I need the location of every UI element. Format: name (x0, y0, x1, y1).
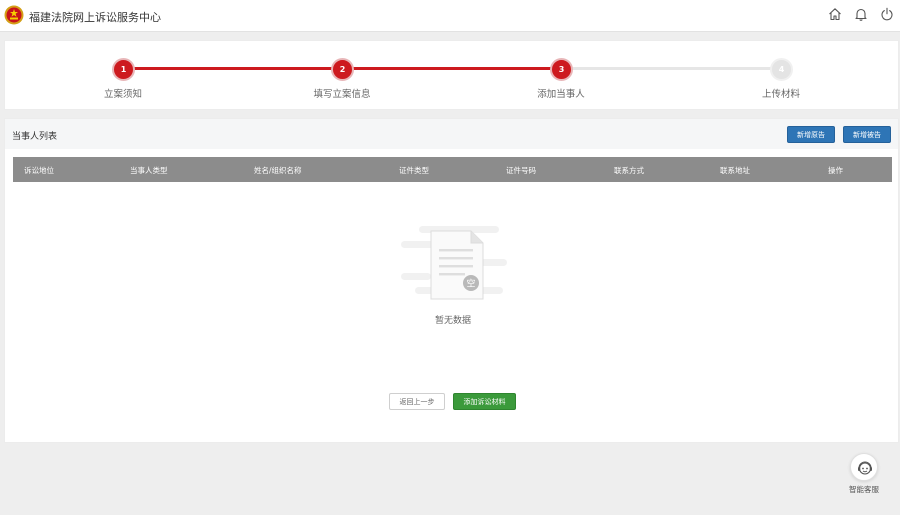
column-header: 联系方式 (614, 166, 644, 175)
party-table-header: 诉讼地位 当事人类型 姓名/组织名称 证件类型 证件号码 联系方式 联系地址 操… (13, 157, 892, 182)
step-4-label: 上传材料 (761, 89, 800, 100)
home-icon[interactable] (828, 7, 842, 21)
column-header: 操作 (828, 166, 843, 175)
power-icon[interactable] (880, 7, 894, 21)
step-1-number: 1 (112, 58, 135, 81)
step-1-label: 立案须知 (103, 89, 142, 100)
column-header: 诉讼地位 (24, 166, 54, 175)
add-plaintiff-button[interactable]: 新增原告 (787, 126, 835, 143)
column-header: 联系地址 (720, 166, 750, 175)
column-header: 当事人类型 (130, 166, 168, 175)
step-3-number: 3 (550, 58, 573, 81)
party-list-header: 当事人列表 新增原告 新增被告 (5, 119, 898, 149)
add-defendant-button[interactable]: 新增被告 (843, 126, 891, 143)
step-2-number: 2 (331, 58, 354, 81)
bell-icon[interactable] (854, 7, 868, 21)
court-emblem-icon (4, 5, 24, 25)
step-3-label: 添加当事人 (537, 89, 585, 100)
top-bar: 福建法院网上诉讼服务中心 (0, 0, 900, 32)
empty-badge-text: 空 (466, 278, 475, 290)
app-title: 福建法院网上诉讼服务中心 (29, 11, 161, 24)
back-button[interactable]: 返回上一步 (389, 393, 445, 410)
robot-service-icon (858, 461, 872, 475)
add-materials-button[interactable]: 添加诉讼材料 (453, 393, 516, 410)
step-2-label: 填写立案信息 (313, 89, 371, 100)
column-header: 证件号码 (506, 166, 536, 175)
empty-state-illustration: 空 (397, 223, 509, 303)
step-4-number: 4 (770, 58, 793, 81)
customer-service-button[interactable] (850, 453, 878, 481)
column-header: 姓名/组织名称 (254, 166, 302, 175)
column-header: 证件类型 (399, 166, 429, 175)
party-list-title: 当事人列表 (12, 132, 58, 142)
empty-state-text: 暂无数据 (434, 316, 471, 326)
party-list-panel: 当事人列表 新增原告 新增被告 诉讼地位 当事人类型 姓名/组织名称 证件类型 … (4, 118, 899, 443)
customer-service-label: 智能客服 (849, 485, 879, 494)
progress-line-remaining (561, 67, 781, 70)
step-progress: 1 立案须知 2 填写立案信息 3 添加当事人 4 上传材料 (4, 40, 899, 110)
